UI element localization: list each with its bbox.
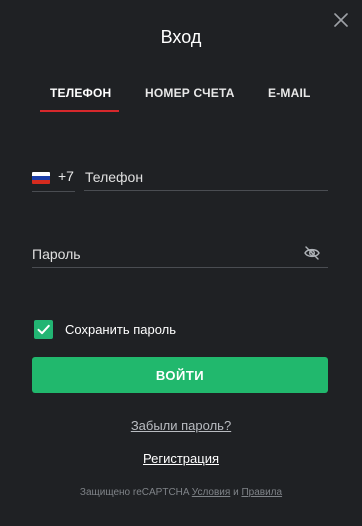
password-input[interactable] (32, 240, 328, 268)
register-link[interactable]: Регистрация (143, 451, 219, 466)
remember-password: Сохранить пароль (34, 320, 234, 340)
recaptcha-text: Защищено reCAPTCHA (79, 487, 189, 498)
close-icon[interactable] (334, 13, 348, 27)
login-button[interactable]: ВОЙТИ (32, 357, 328, 393)
tab-phone[interactable]: ТЕЛЕФОН (50, 86, 111, 100)
register-container: Регистрация (0, 450, 362, 468)
recaptcha-terms-link[interactable]: Условия (192, 487, 231, 498)
recaptcha-privacy-link[interactable]: Правила (241, 487, 282, 498)
active-tab-indicator (40, 110, 119, 112)
remember-checkbox[interactable] (34, 320, 53, 339)
tab-email[interactable]: E-MAIL (268, 86, 311, 100)
eye-off-icon[interactable] (304, 246, 320, 260)
russia-flag-icon (32, 172, 50, 184)
login-modal: Вход ТЕЛЕФОН НОМЕР СЧЕТА E-MAIL +7 Телеф… (0, 0, 362, 526)
country-code: +7 (58, 168, 74, 184)
phone-input[interactable] (84, 164, 328, 191)
login-method-tabs: ТЕЛЕФОН НОМЕР СЧЕТА E-MAIL (32, 86, 328, 114)
forgot-password-container: Забыли пароль? (0, 417, 362, 435)
checkmark-icon (37, 324, 50, 335)
modal-title: Вход (160, 27, 202, 47)
remember-label[interactable]: Сохранить пароль (65, 322, 176, 337)
country-code-selector[interactable]: +7 (32, 164, 75, 192)
tab-account-number[interactable]: НОМЕР СЧЕТА (145, 86, 235, 100)
recaptcha-and: и (233, 487, 239, 498)
forgot-password-link[interactable]: Забыли пароль? (131, 418, 231, 433)
password-field-row (32, 240, 328, 269)
phone-field-row: +7 (32, 164, 328, 192)
recaptcha-notice: Защищено reCAPTCHA Условия и Правила (0, 487, 362, 498)
